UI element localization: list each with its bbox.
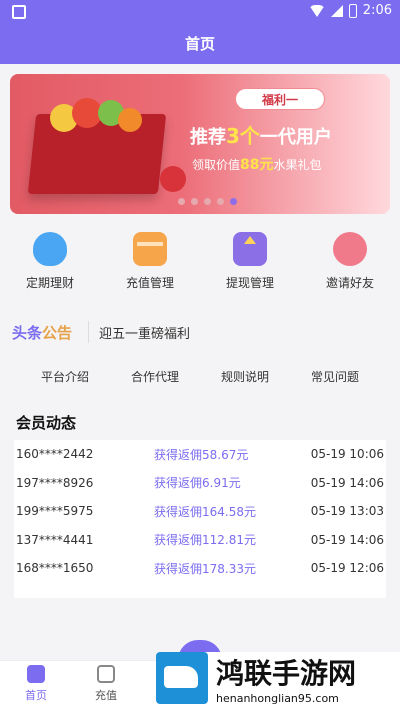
- carousel-dot[interactable]: [217, 198, 224, 205]
- link-cooperation-agent[interactable]: 合作代理: [131, 368, 179, 398]
- member-action: 获得返佣164.58元: [154, 504, 256, 519]
- watermark-url: henanhonglian95.com: [216, 692, 339, 705]
- list-item: 197****8926 获得返佣6.91元 05-19 14:06: [14, 469, 386, 498]
- quick-action-withdraw[interactable]: 提现管理: [200, 232, 300, 302]
- quick-action-fixed-finance[interactable]: 定期理财: [0, 232, 100, 302]
- notice-text[interactable]: 迎五一重磅福利: [99, 323, 190, 342]
- carousel-dot[interactable]: [204, 198, 211, 205]
- card-icon: [133, 232, 167, 266]
- nav-home[interactable]: 首页: [6, 665, 66, 703]
- carousel-dot[interactable]: [191, 198, 198, 205]
- status-time: 2:06: [362, 3, 392, 18]
- watermark-logo-icon: [156, 652, 208, 704]
- quick-action-label: 提现管理: [225, 276, 274, 290]
- link-platform-intro[interactable]: 平台介绍: [41, 368, 89, 398]
- member-phone: 199****5975: [16, 504, 94, 519]
- notice-tag: 头条公告: [12, 323, 73, 342]
- quick-action-recharge[interactable]: 充值管理: [100, 232, 200, 302]
- page-title: 首页: [0, 24, 400, 64]
- member-time: 05-19 10:06: [310, 447, 384, 462]
- wallet-icon: [97, 665, 115, 683]
- member-time: 05-19 14:06: [310, 475, 384, 490]
- carousel-dot-active[interactable]: [230, 198, 237, 205]
- image-icon: [12, 5, 26, 19]
- fruit-image: [118, 108, 142, 132]
- member-time: 05-19 13:03: [310, 504, 384, 519]
- banner-subline: 领取价值88元水果礼包: [192, 157, 322, 173]
- signal-icon: [330, 4, 343, 17]
- info-links: 平台介绍 合作代理 规则说明 常见问题: [0, 368, 400, 398]
- headline-notice[interactable]: 头条公告 迎五一重磅福利: [0, 312, 400, 352]
- member-activity-title: 会员动态: [16, 414, 77, 432]
- member-phone: 197****8926: [16, 475, 94, 490]
- piggy-bank-icon: [33, 232, 67, 266]
- wifi-icon: [308, 4, 325, 17]
- withdraw-icon: [233, 232, 267, 266]
- strawberry-image: [160, 166, 186, 192]
- carousel-dots[interactable]: [178, 198, 237, 205]
- nav-label: 充值: [95, 689, 117, 702]
- list-item: 160****2442 获得返佣58.67元 05-19 10:06: [14, 440, 386, 469]
- list-item: 137****4441 获得返佣112.81元 05-19 14:06: [14, 526, 386, 555]
- link-rules[interactable]: 规则说明: [221, 368, 269, 398]
- member-time: 05-19 12:06: [310, 561, 384, 576]
- member-action: 获得返佣58.67元: [154, 447, 249, 462]
- quick-action-label: 邀请好友: [325, 276, 374, 290]
- home-icon: [27, 665, 45, 683]
- status-icons: 2:06: [308, 3, 392, 18]
- quick-actions: 定期理财 充值管理 提现管理 邀请好友: [0, 232, 400, 302]
- quick-action-label: 定期理财: [25, 276, 74, 290]
- member-action: 获得返佣112.81元: [154, 533, 256, 548]
- member-phone: 168****1650: [16, 561, 94, 576]
- member-phone: 160****2442: [16, 447, 94, 462]
- quick-action-label: 充值管理: [125, 276, 174, 290]
- list-item: 199****5975 获得返佣164.58元 05-19 13:03: [14, 497, 386, 526]
- list-item: 168****1650 获得返佣178.33元 05-19 12:06: [14, 554, 386, 583]
- carousel-dot[interactable]: [178, 198, 185, 205]
- nav-label: 首页: [25, 689, 47, 702]
- member-action: 获得返佣178.33元: [154, 561, 256, 576]
- nav-recharge[interactable]: 充值: [76, 665, 136, 703]
- invite-icon: [333, 232, 367, 266]
- watermark: 鸿联手游网 henanhonglian95.com: [156, 652, 400, 711]
- member-phone: 137****4441: [16, 532, 94, 547]
- quick-action-invite[interactable]: 邀请好友: [300, 232, 400, 302]
- member-action: 获得返佣6.91元: [154, 476, 241, 491]
- member-time: 05-19 14:06: [310, 532, 384, 547]
- banner-pill: 福利一: [235, 88, 325, 110]
- promo-banner[interactable]: 福利一 推荐3个一代用户 领取价值88元水果礼包: [10, 74, 390, 214]
- watermark-text: 鸿联手游网: [216, 657, 357, 690]
- battery-icon: [348, 3, 357, 18]
- divider: [88, 321, 90, 343]
- member-activity-list: 160****2442 获得返佣58.67元 05-19 10:06 197**…: [14, 440, 386, 598]
- gift-box-image: [27, 114, 167, 194]
- link-faq[interactable]: 常见问题: [311, 368, 359, 398]
- banner-headline: 推荐3个一代用户: [190, 124, 332, 148]
- status-bar: 2:06: [0, 0, 400, 24]
